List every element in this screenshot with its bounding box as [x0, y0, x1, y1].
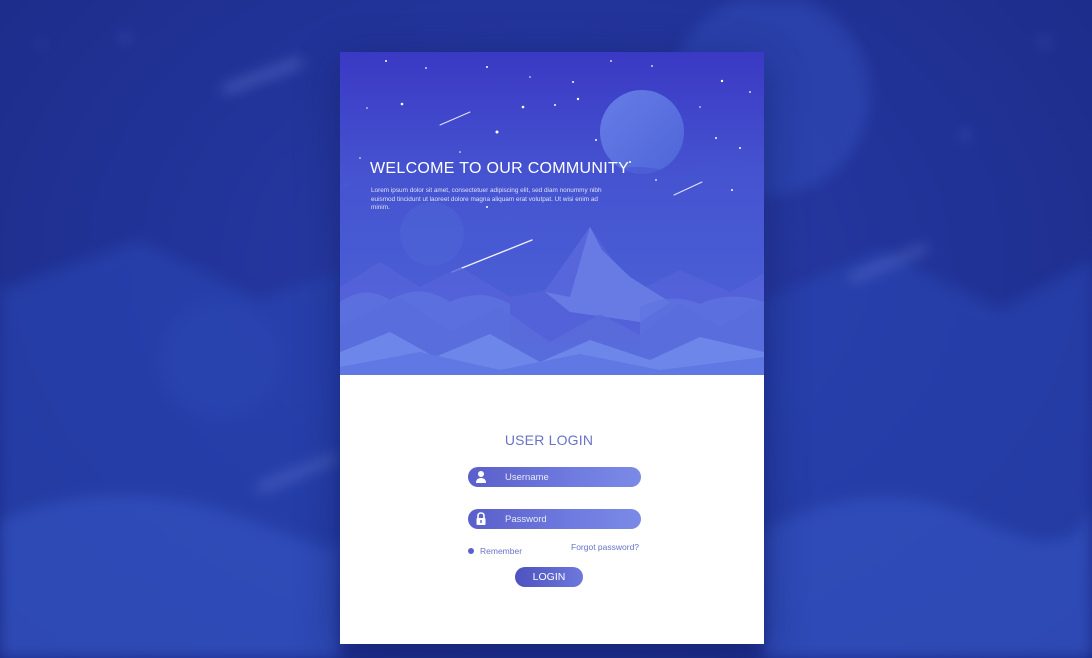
- hero-banner: WELCOME TO OUR COMMUNITY Lorem ipsum dol…: [340, 52, 764, 375]
- lock-icon: [476, 512, 486, 525]
- remember-toggle[interactable]: Remember: [468, 544, 522, 558]
- username-input[interactable]: [505, 467, 635, 487]
- welcome-title: WELCOME TO OUR COMMUNITY: [370, 160, 630, 177]
- remember-label: Remember: [480, 546, 523, 556]
- welcome-description: Lorem ipsum dolor sit amet, consectetuer…: [371, 187, 602, 212]
- night-mountain-illustration: [340, 52, 764, 375]
- login-form: USER LOGIN Remember Forgot password? LOG…: [340, 375, 764, 644]
- forgot-password-link[interactable]: Forgot password?: [571, 542, 639, 552]
- radio-dot-icon[interactable]: [468, 548, 474, 554]
- login-button[interactable]: LOGIN: [515, 567, 583, 587]
- login-card: WELCOME TO OUR COMMUNITY Lorem ipsum dol…: [340, 52, 764, 644]
- password-input[interactable]: [505, 509, 635, 529]
- user-icon: [476, 471, 486, 483]
- password-field[interactable]: [468, 509, 641, 529]
- login-title: USER LOGIN: [504, 432, 594, 448]
- username-field[interactable]: [468, 467, 641, 487]
